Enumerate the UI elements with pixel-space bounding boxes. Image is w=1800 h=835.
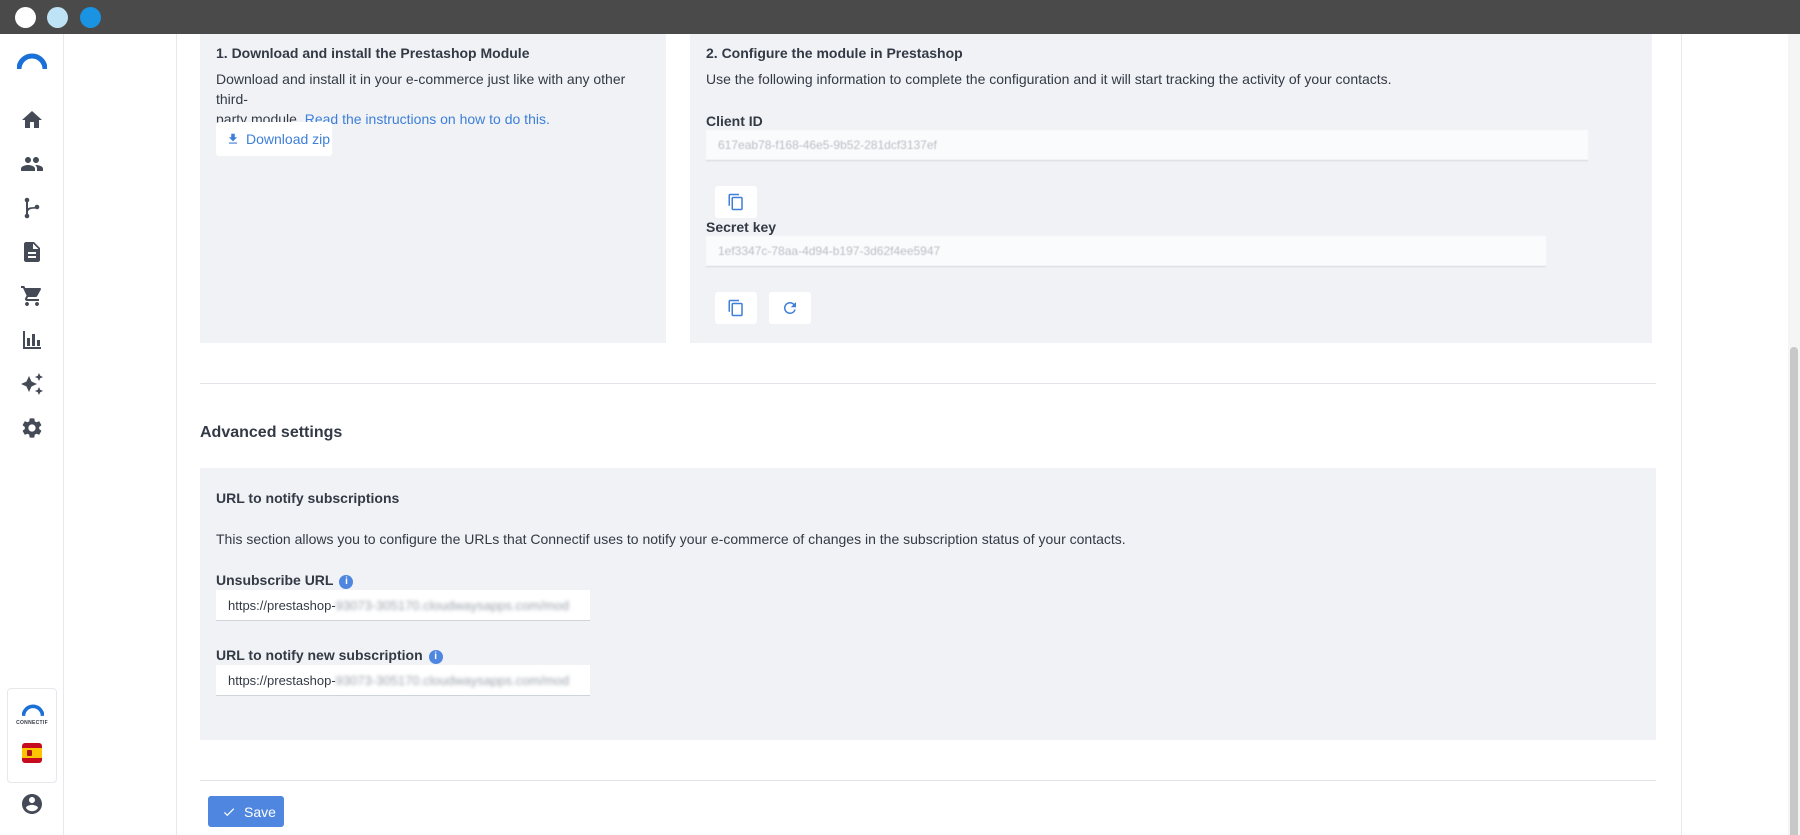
sidebar: CONNECTIF [0, 34, 64, 835]
spain-flag-icon[interactable] [22, 743, 42, 763]
save-button[interactable]: Save [208, 796, 284, 827]
scrollbar-track[interactable] [1788, 34, 1800, 835]
unsubscribe-url-label: Unsubscribe URL i [216, 572, 354, 589]
step1-text: Download and install it in your e-commer… [216, 69, 656, 129]
client-id-label: Client ID [706, 113, 763, 129]
copy-client-id-button[interactable] [715, 186, 757, 218]
secret-key-field[interactable]: 1ef3347c-78aa-4d94-b197-3d62f4ee5947 [706, 236, 1546, 267]
step1-title: 1. Download and install the Prestashop M… [216, 45, 530, 61]
copy-icon [728, 299, 743, 317]
step2-text: Use the following information to complet… [706, 71, 1392, 87]
advanced-settings-title: Advanced settings [200, 424, 343, 441]
regenerate-secret-key-button[interactable] [769, 292, 811, 324]
step2-title: 2. Configure the module in Prestashop [706, 45, 963, 61]
instructions-link[interactable]: Read the instructions on how to do this. [305, 111, 550, 127]
new-subscription-url-label-text: URL to notify new subscription [216, 647, 423, 663]
window-close-button[interactable] [15, 7, 36, 28]
copy-icon [728, 193, 743, 211]
contacts-icon[interactable] [20, 152, 44, 176]
brand-text: CONNECTIF [16, 720, 48, 726]
unsubscribe-url-input[interactable]: https://prestashop- 93073-305170.cloudway… [216, 590, 590, 621]
window-titlebar [0, 0, 1800, 34]
workflow-icon[interactable] [20, 196, 44, 220]
connectif-brand-icon [22, 704, 44, 717]
notify-subscriptions-title: URL to notify subscriptions [216, 490, 400, 506]
home-icon[interactable] [20, 108, 44, 132]
sparkle-icon[interactable] [20, 372, 44, 396]
footer-divider [200, 780, 1656, 781]
new-subscription-url-prefix: https://prestashop- [228, 672, 336, 688]
save-label: Save [244, 803, 276, 820]
refresh-icon [784, 302, 796, 314]
unsubscribe-url-label-text: Unsubscribe URL [216, 572, 334, 588]
copy-secret-key-button[interactable] [715, 292, 757, 324]
unsubscribe-url-prefix: https://prestashop- [228, 597, 336, 613]
window-minimize-button[interactable] [47, 7, 68, 28]
check-icon [223, 807, 235, 816]
new-subscription-url-input[interactable]: https://prestashop- 93073-305170.cloudway… [216, 665, 590, 696]
download-icon [228, 133, 238, 144]
download-zip-label: Download zip [246, 131, 331, 147]
scrollbar-thumb[interactable] [1790, 347, 1798, 835]
client-id-field[interactable]: 617eab78-f168-46e5-9b52-281dcf3137ef [706, 130, 1588, 161]
connectif-logo-icon[interactable] [17, 52, 47, 70]
advanced-description: This section allows you to configure the… [216, 531, 1126, 547]
section-divider [200, 383, 1656, 384]
cart-icon[interactable] [20, 284, 44, 308]
secret-key-label: Secret key [706, 219, 777, 235]
analytics-icon[interactable] [20, 328, 44, 352]
new-subscription-url-label: URL to notify new subscription i [216, 647, 443, 664]
step1-text-line1: Download and install it in your e-commer… [216, 71, 626, 107]
account-switcher[interactable]: CONNECTIF [7, 688, 57, 783]
info-icon[interactable]: i [428, 650, 443, 664]
user-account-icon[interactable] [20, 792, 44, 816]
info-icon[interactable]: i [339, 575, 354, 589]
settings-icon[interactable] [20, 416, 44, 440]
unsubscribe-url-rest: 93073-305170.cloudwaysapps.com/mod [335, 597, 570, 613]
window-maximize-button[interactable] [80, 7, 101, 28]
new-subscription-url-rest: 93073-305170.cloudwaysapps.com/mod [335, 672, 570, 688]
document-icon[interactable] [20, 240, 44, 264]
download-zip-button[interactable]: Download zip [216, 122, 332, 156]
